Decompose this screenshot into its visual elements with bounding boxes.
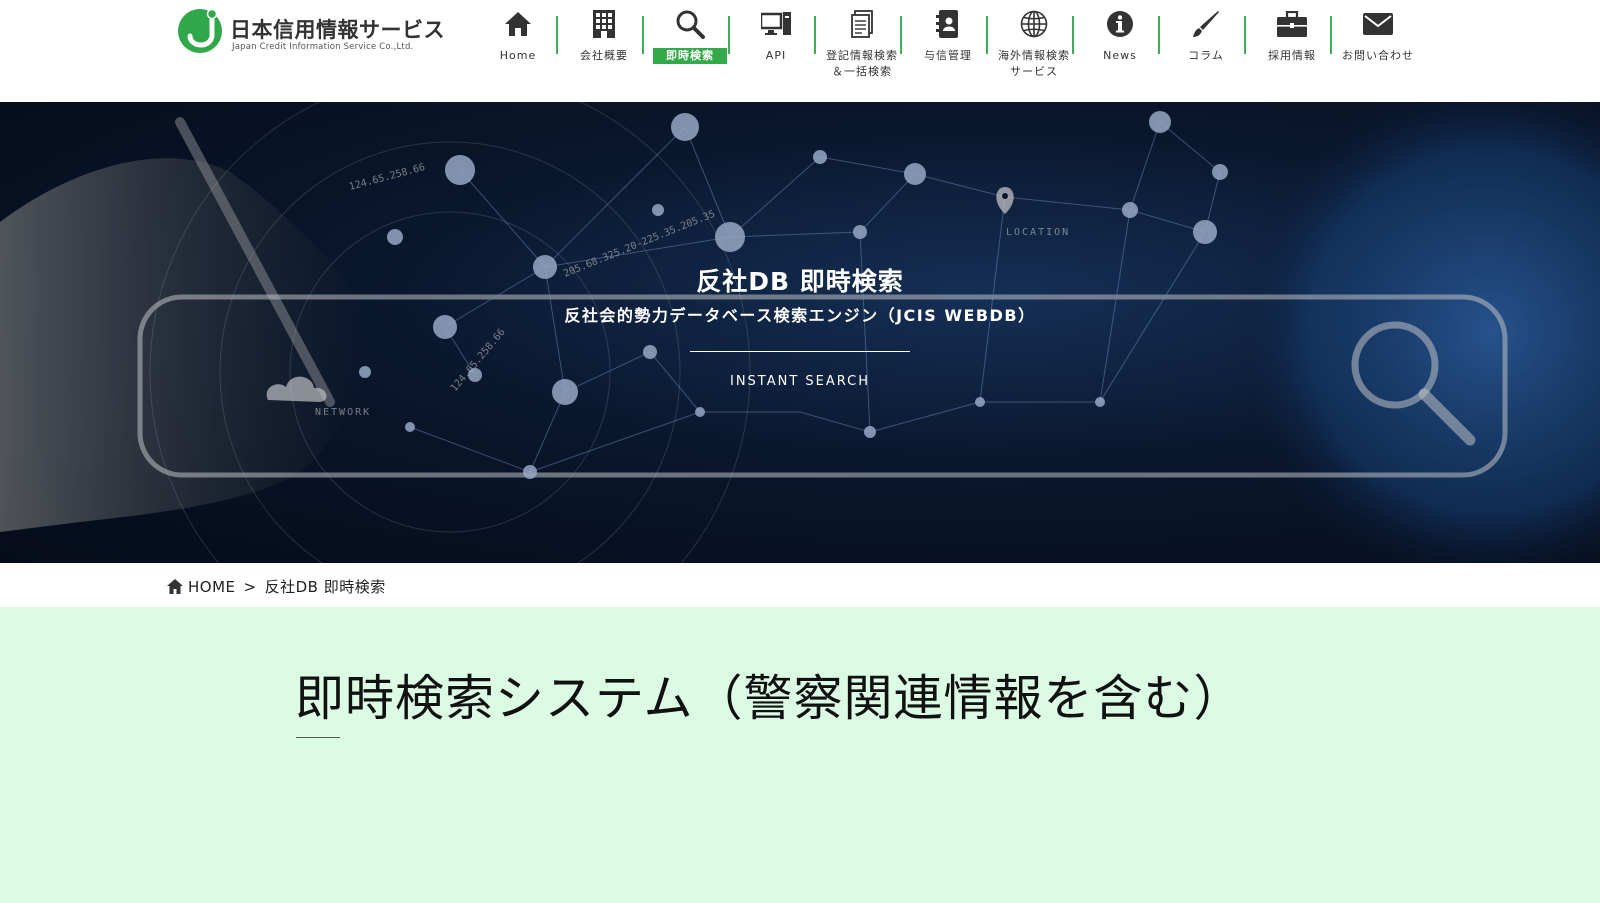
nav-label: 海外情報検索 サービス (998, 49, 1070, 78)
nav-item-contact[interactable]: お問い合わせ (1335, 0, 1421, 90)
nav-label: Home (499, 49, 537, 62)
nav-label: 会社概要 (580, 49, 628, 62)
nav-item-column[interactable]: コラム (1163, 0, 1249, 90)
hero-subtitle-en: INSTANT SEARCH (729, 374, 871, 389)
home-icon (167, 579, 183, 594)
pen-icon (1191, 8, 1221, 40)
nav-item-api[interactable]: API (733, 0, 819, 90)
nav-separator (728, 16, 730, 54)
site-logo[interactable]: 日本信用情報サービス Japan Credit Information Serv… (176, 6, 446, 56)
site-header: 日本信用情報サービス Japan Credit Information Serv… (0, 0, 1600, 102)
building-icon (589, 8, 619, 40)
hero-subtitle: 反社会的勢力データベース検索エンジン（JCIS WEBDB） (564, 306, 1036, 325)
nav-label-active: 即時検索 (653, 48, 727, 64)
breadcrumb-current: 反社DB 即時検索 (264, 578, 386, 596)
nav-label: 登記情報検索 ＆一括検索 (826, 49, 898, 78)
breadcrumb-home-link[interactable]: HOME (188, 578, 236, 596)
nav-item-recruit[interactable]: 採用情報 (1249, 0, 1335, 90)
nav-label: お問い合わせ (1342, 49, 1414, 62)
nav-label: 与信管理 (924, 49, 972, 62)
computer-icon (761, 8, 791, 40)
nav-item-overseas-search[interactable]: 海外情報検索 サービス (991, 0, 1077, 90)
info-icon (1105, 8, 1135, 40)
main-navigation: Home 会社概要 即時検索 API 登記情報検索 ＆一括検索 与信管理 海外情… (470, 0, 1440, 100)
page-title: 即時検索システム（警察関連情報を含む） (295, 670, 1244, 727)
hero-divider (690, 351, 910, 352)
logo-subtitle: Japan Credit Information Service Co.,Ltd… (232, 42, 414, 52)
breadcrumb-separator: > (243, 577, 257, 596)
nav-separator (642, 16, 644, 54)
hero-title: 反社DB 即時検索 (696, 267, 904, 296)
nav-separator (900, 16, 902, 54)
nav-item-company[interactable]: 会社概要 (561, 0, 647, 90)
nav-separator (556, 16, 558, 54)
mail-icon (1363, 8, 1393, 40)
globe-icon (1019, 8, 1049, 40)
nav-separator (1072, 16, 1074, 54)
nav-label: 採用情報 (1268, 49, 1316, 62)
document-icon (847, 8, 877, 40)
nav-separator (1158, 16, 1160, 54)
main-content: 即時検索システム（警察関連情報を含む） (0, 607, 1600, 903)
search-icon (675, 8, 705, 40)
hero-network-image: LOCATION NETWORK 124.65.258.66 205.68.32… (0, 102, 1600, 563)
nav-separator (814, 16, 816, 54)
nav-item-credit-management[interactable]: 与信管理 (905, 0, 991, 90)
nav-item-home[interactable]: Home (475, 0, 561, 90)
nav-item-instant-search[interactable]: 即時検索 (647, 0, 733, 90)
nav-item-news[interactable]: News (1077, 0, 1163, 90)
logo-title: 日本信用情報サービス (230, 18, 445, 42)
title-underline (296, 737, 340, 738)
home-icon (503, 8, 533, 40)
briefcase-icon (1277, 8, 1307, 40)
nav-label: API (765, 49, 787, 62)
breadcrumb: HOME > 反社DB 即時検索 (0, 563, 1600, 607)
nav-separator (1244, 16, 1246, 54)
nav-separator (986, 16, 988, 54)
hero-banner: LOCATION NETWORK 124.65.258.66 205.68.32… (0, 102, 1600, 563)
nav-separator (1330, 16, 1332, 54)
nav-label: コラム (1188, 49, 1224, 62)
nav-item-registry-search[interactable]: 登記情報検索 ＆一括検索 (819, 0, 905, 90)
nav-label: News (1103, 49, 1137, 62)
logo-mark-icon (178, 8, 222, 53)
contact-book-icon (933, 8, 963, 40)
